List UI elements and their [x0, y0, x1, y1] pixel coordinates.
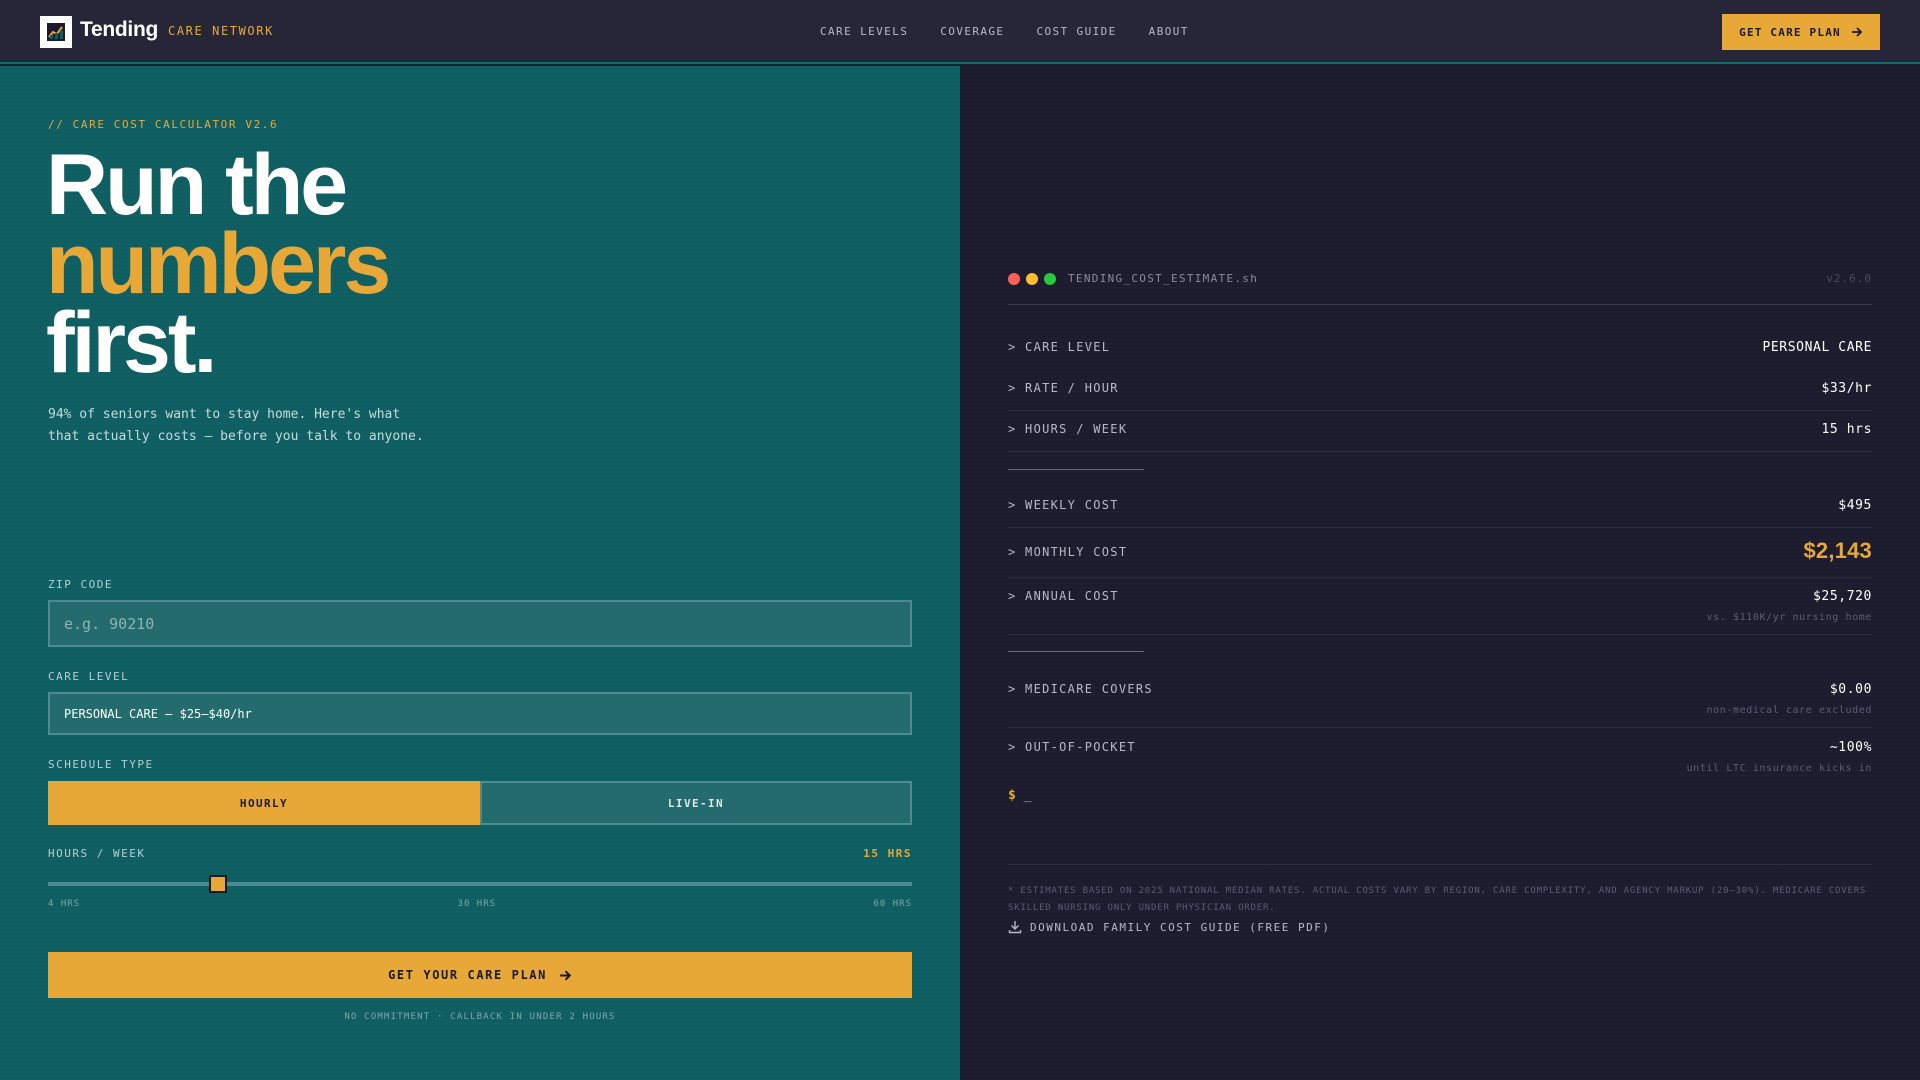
care-level-label: CARE LEVEL [48, 670, 130, 683]
arrow-right-icon [1851, 27, 1863, 37]
row-monthly-key: > MONTHLY COST [1008, 545, 1128, 559]
nav-link-cost-guide[interactable]: COST GUIDE [1036, 25, 1116, 38]
section-divider [1008, 651, 1144, 652]
row-oop-note: until LTC insurance kicks in [1686, 763, 1872, 774]
schedule-option-hourly[interactable]: HOURLY [48, 781, 480, 825]
row-annual-note: vs. $110K/yr nursing home [1706, 612, 1872, 623]
zip-label: ZIP CODE [48, 578, 113, 591]
top-nav-bar: Tending CARE NETWORK CARE LEVELS COVERAG… [0, 0, 1920, 64]
zip-code-input[interactable]: e.g. 90210 [48, 600, 912, 647]
tick-mid: 30 HRS [457, 899, 497, 909]
nav-link-care-levels[interactable]: CARE LEVELS [820, 25, 908, 38]
headline-line-3: first. [46, 295, 217, 391]
hours-per-week-value: 15 HRS [863, 847, 912, 860]
row-medicare-note: non-medical care excluded [1706, 705, 1872, 716]
row-hours-divider [1008, 422, 1872, 452]
logo-icon[interactable] [40, 16, 72, 48]
nav-link-about[interactable]: ABOUT [1149, 25, 1189, 38]
window-minimize-dot-icon [1026, 273, 1038, 285]
hours-slider-track[interactable] [48, 882, 912, 886]
window-maximize-dot-icon [1044, 273, 1056, 285]
fine-print: NO COMMITMENT · CALLBACK IN UNDER 2 HOUR… [344, 1012, 616, 1022]
hours-per-week-header: HOURS / WEEK 15 HRS [48, 847, 912, 860]
headline-line-1: Run the [46, 137, 348, 233]
schedule-type-toggle: HOURLY LIVE-IN [48, 781, 912, 825]
schedule-option-live-in[interactable]: LIVE-IN [480, 781, 912, 825]
row-annual-value: $25,720 [1813, 589, 1872, 604]
row-monthly: > MONTHLY COST $2,143 [1008, 538, 1872, 578]
disclaimer-text: * ESTIMATES BASED ON 2025 NATIONAL MEDIA… [1008, 864, 1872, 917]
terminal-header: TENDING_COST_ESTIMATE.sh v2.6.0 [1008, 271, 1872, 305]
house-chart-icon [47, 23, 65, 41]
row-monthly-value: $2,143 [1803, 538, 1872, 563]
tick-max: 60 HRS [873, 899, 912, 909]
terminal-title: TENDING_COST_ESTIMATE.sh [1068, 272, 1259, 285]
hours-per-week-label: HOURS / WEEK [48, 847, 146, 860]
arrow-right-icon [560, 969, 572, 981]
hours-slider-thumb[interactable] [208, 875, 227, 893]
row-oop-key: > OUT-OF-POCKET [1008, 740, 1136, 754]
get-your-care-plan-button[interactable]: GET YOUR CARE PLAN [48, 952, 912, 998]
download-guide-link[interactable]: DOWNLOAD FAMILY COST GUIDE (FREE PDF) [1008, 920, 1331, 934]
eyebrow-label: // CARE COST CALCULATOR V2.6 [48, 118, 279, 131]
row-oop: > OUT-OF-POCKET ~100% until LTC insuranc… [1008, 740, 1872, 780]
row-weekly-key: > WEEKLY COST [1008, 498, 1119, 512]
tick-min: 4 HRS [48, 899, 81, 909]
nav-link-coverage[interactable]: COVERAGE [940, 25, 1004, 38]
schedule-type-label: SCHEDULE TYPE [48, 758, 154, 771]
section-divider [1008, 469, 1144, 470]
row-oop-value: ~100% [1829, 740, 1872, 755]
download-icon [1008, 921, 1022, 934]
row-annual-key: > ANNUAL COST [1008, 589, 1119, 603]
hero-headline: Run the numbers first. [46, 137, 391, 391]
prompt-cursor: _ [1023, 788, 1032, 803]
prompt-symbol: $ [1008, 788, 1016, 803]
brand-tagline: CARE NETWORK [168, 24, 274, 38]
main-nav: CARE LEVELS COVERAGE COST GUIDE ABOUT [820, 25, 1221, 38]
row-weekly: > WEEKLY COST $495 [1008, 498, 1872, 528]
get-your-care-plan-label: GET YOUR CARE PLAN [388, 968, 547, 982]
row-medicare: > MEDICARE COVERS $0.00 non-medical care… [1008, 682, 1872, 728]
get-care-plan-label: GET CARE PLAN [1739, 25, 1841, 39]
row-rate-divider [1008, 381, 1872, 411]
download-guide-label: DOWNLOAD FAMILY COST GUIDE (FREE PDF) [1030, 920, 1331, 934]
terminal-version: v2.6.0 [1826, 272, 1872, 285]
row-annual: > ANNUAL COST $25,720 vs. $110K/yr nursi… [1008, 589, 1872, 635]
window-close-dot-icon [1008, 273, 1020, 285]
care-level-select[interactable]: PERSONAL CARE — $25–$40/hr [48, 692, 912, 735]
row-weekly-value: $495 [1838, 498, 1872, 513]
row-medicare-value: $0.00 [1829, 682, 1872, 697]
hours-slider-ticks: 4 HRS 30 HRS 60 HRS [48, 899, 912, 909]
terminal-prompt: $ _ [1008, 788, 1031, 803]
get-care-plan-button[interactable]: GET CARE PLAN [1722, 14, 1880, 50]
headline-line-2: numbers [46, 216, 391, 312]
brand-name[interactable]: Tending [80, 18, 158, 42]
row-medicare-key: > MEDICARE COVERS [1008, 682, 1153, 696]
hero-lede: 94% of seniors want to stay home. Here's… [48, 407, 424, 444]
